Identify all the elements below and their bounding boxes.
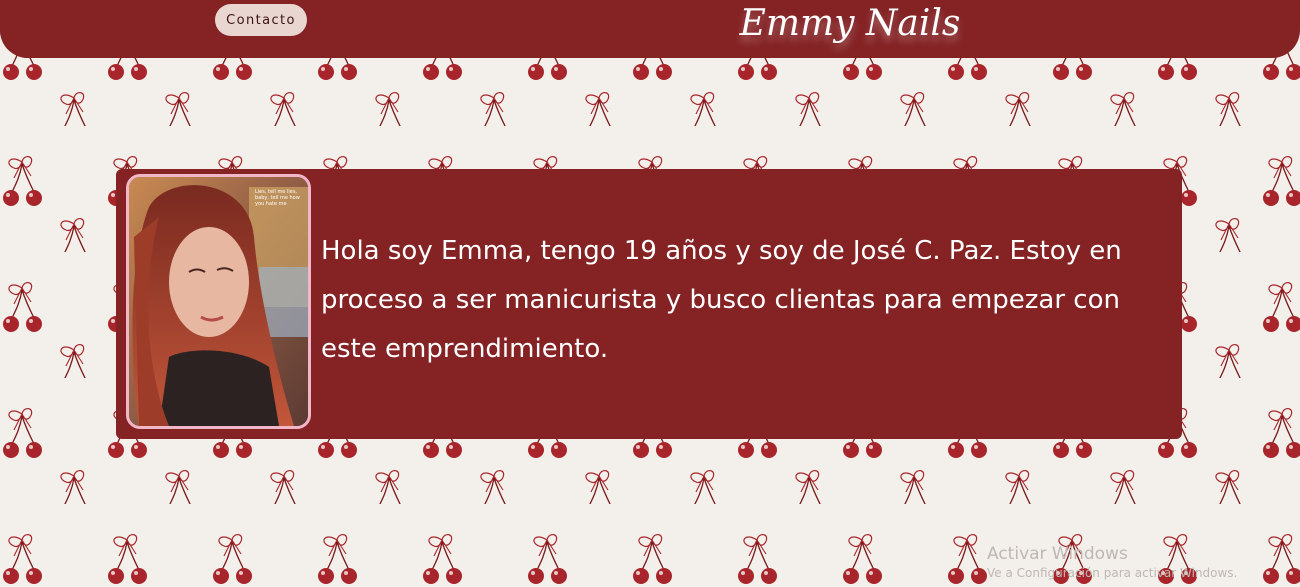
brand-title: Emmy Nails	[739, 2, 961, 44]
watermark-title: Activar Windows	[987, 544, 1128, 564]
about-card: Lies, tell me lies, baby, tell me how yo…	[116, 169, 1182, 439]
profile-photo: Lies, tell me lies, baby, tell me how yo…	[126, 174, 311, 429]
watermark-subtitle: Ve a Configuración para activar Windows.	[987, 566, 1238, 580]
bio-text: Hola soy Emma, tengo 19 años y soy de Jo…	[321, 236, 1122, 364]
contact-button[interactable]: Contacto	[215, 4, 307, 36]
top-header-bar: Contacto Emmy Nails	[0, 0, 1300, 58]
windows-activation-watermark: Activar Windows Ve a Configuración para …	[987, 543, 1237, 581]
